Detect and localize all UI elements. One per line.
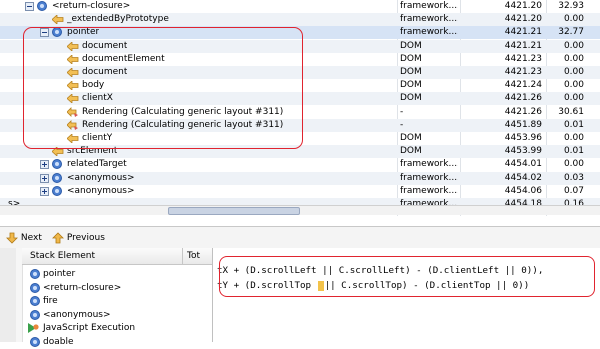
time-cell: 4421.21 <box>504 40 542 51</box>
type-cell: framework.... <box>400 27 458 38</box>
function-icon <box>30 269 40 279</box>
time-cell: 4454.02 <box>504 172 542 183</box>
percent-cell: 0.00 <box>563 53 584 64</box>
column-separator <box>182 248 183 264</box>
percent-cell: 32.93 <box>558 1 584 11</box>
previous-button[interactable]: Previous <box>52 231 105 245</box>
function-icon <box>37 1 47 11</box>
percent-cell: 0.00 <box>563 67 584 77</box>
function-icon <box>52 159 62 170</box>
time-cell: 4421.24 <box>504 80 542 91</box>
type-cell: - <box>400 106 404 117</box>
highlight-box-pointer-subtree <box>23 27 303 149</box>
percent-cell: 0.03 <box>563 172 584 183</box>
time-cell: 4421.23 <box>504 53 542 64</box>
function-icon <box>30 282 40 293</box>
tree-row[interactable]: <anonymous> framework.... 4454.06 0.07 <box>0 185 600 198</box>
javascript-execution-icon <box>28 323 39 333</box>
expand-icon[interactable] <box>40 160 49 170</box>
collapse-icon[interactable] <box>25 2 34 11</box>
time-cell: 4421.23 <box>504 67 542 77</box>
type-cell: framework.... <box>400 159 458 170</box>
time-cell: 4453.96 <box>504 133 542 143</box>
function-icon <box>30 309 40 320</box>
type-cell: DOM <box>400 146 422 157</box>
type-cell: DOM <box>400 67 422 77</box>
type-cell: framework.... <box>400 185 458 196</box>
stack-element-column-header[interactable]: Stack Element <box>30 248 95 264</box>
panel-gutter <box>0 248 17 342</box>
percent-cell: 0.00 <box>563 159 584 170</box>
stack-table-header: Stack Element Tot <box>22 248 212 265</box>
tree-row[interactable]: relatedTarget framework.... 4454.01 0.00 <box>0 158 600 171</box>
stack-element-label: <return-closure> <box>43 282 122 293</box>
stack-element-label: JavaScript Execution <box>43 323 136 333</box>
percent-cell: 30.61 <box>558 106 584 117</box>
percent-cell: 0.00 <box>563 40 584 51</box>
type-cell: DOM <box>400 80 422 91</box>
tree-row[interactable]: <return-closure> framework.... 4421.20 32.9… <box>0 0 600 13</box>
time-cell: 4421.26 <box>504 93 542 104</box>
time-cell: 4453.99 <box>504 146 542 157</box>
tree-node-name: <anonymous> <box>67 172 135 183</box>
function-icon <box>52 172 62 183</box>
tree-row[interactable]: _extendedByPrototype framework.... 4421.20… <box>0 13 600 27</box>
tree-node-name: <anonymous> <box>67 185 135 196</box>
arrow-up-icon <box>52 231 64 243</box>
arrow-down-icon <box>6 232 18 244</box>
source-code-panel[interactable]: tX + (D.scrollLeft || C.scrollLeft) - (D… <box>213 248 600 342</box>
stack-element-label: <anonymous> <box>43 309 111 320</box>
navigation-toolbar: Next Previous <box>0 226 600 250</box>
percent-cell: 0.00 <box>563 133 584 143</box>
percent-cell: 0.00 <box>563 14 584 25</box>
previous-label: Previous <box>66 233 105 243</box>
tree-row[interactable]: <anonymous> framework.... 4454.02 0.03 <box>0 171 600 185</box>
function-icon <box>30 296 40 306</box>
percent-cell: 0.00 <box>563 80 584 91</box>
type-cell: framework.... <box>400 172 458 183</box>
percent-cell: 0.01 <box>563 119 584 130</box>
expand-icon[interactable] <box>40 186 49 196</box>
next-button[interactable]: Next <box>6 231 42 245</box>
function-icon <box>52 185 62 196</box>
horizontal-scrollbar[interactable] <box>0 205 600 215</box>
expand-icon[interactable] <box>40 173 49 183</box>
call-tree-table: <return-closure> framework.... 4421.20 32.9… <box>0 0 600 216</box>
tree-node-name: relatedTarget <box>67 159 127 170</box>
tree-node-name: <return-closure> <box>52 1 131 11</box>
highlight-box-code <box>219 256 595 297</box>
type-cell: DOM <box>400 93 422 104</box>
time-cell: 4421.20 <box>504 14 542 25</box>
percent-cell: 0.01 <box>563 146 584 157</box>
time-cell: 4421.20 <box>504 1 542 11</box>
time-cell: 4421.21 <box>504 27 542 38</box>
stack-panel: Stack Element Tot pointer <return-closure… <box>0 248 213 347</box>
time-cell: 4454.06 <box>504 185 542 196</box>
total-column-header[interactable]: Tot <box>187 248 200 264</box>
time-cell: 4451.89 <box>504 119 542 130</box>
stack-element-label: pointer <box>43 269 76 279</box>
next-label: Next <box>20 233 42 243</box>
scrollbar-thumb[interactable] <box>168 207 300 215</box>
percent-cell: 32.77 <box>558 27 584 38</box>
percent-cell: 0.07 <box>563 185 584 196</box>
type-cell: - <box>400 119 404 130</box>
type-cell: framework.... <box>400 1 458 11</box>
property-access-icon <box>52 15 64 25</box>
type-cell: DOM <box>400 40 422 51</box>
time-cell: 4421.26 <box>504 106 542 117</box>
type-cell: framework.... <box>400 14 458 25</box>
percent-cell: 0.00 <box>563 93 584 104</box>
time-cell: 4454.01 <box>504 159 542 170</box>
type-cell: DOM <box>400 133 422 143</box>
type-cell: DOM <box>400 53 422 64</box>
stack-element-label: fire <box>43 296 58 306</box>
tree-node-name: _extendedByPrototype <box>67 14 169 25</box>
